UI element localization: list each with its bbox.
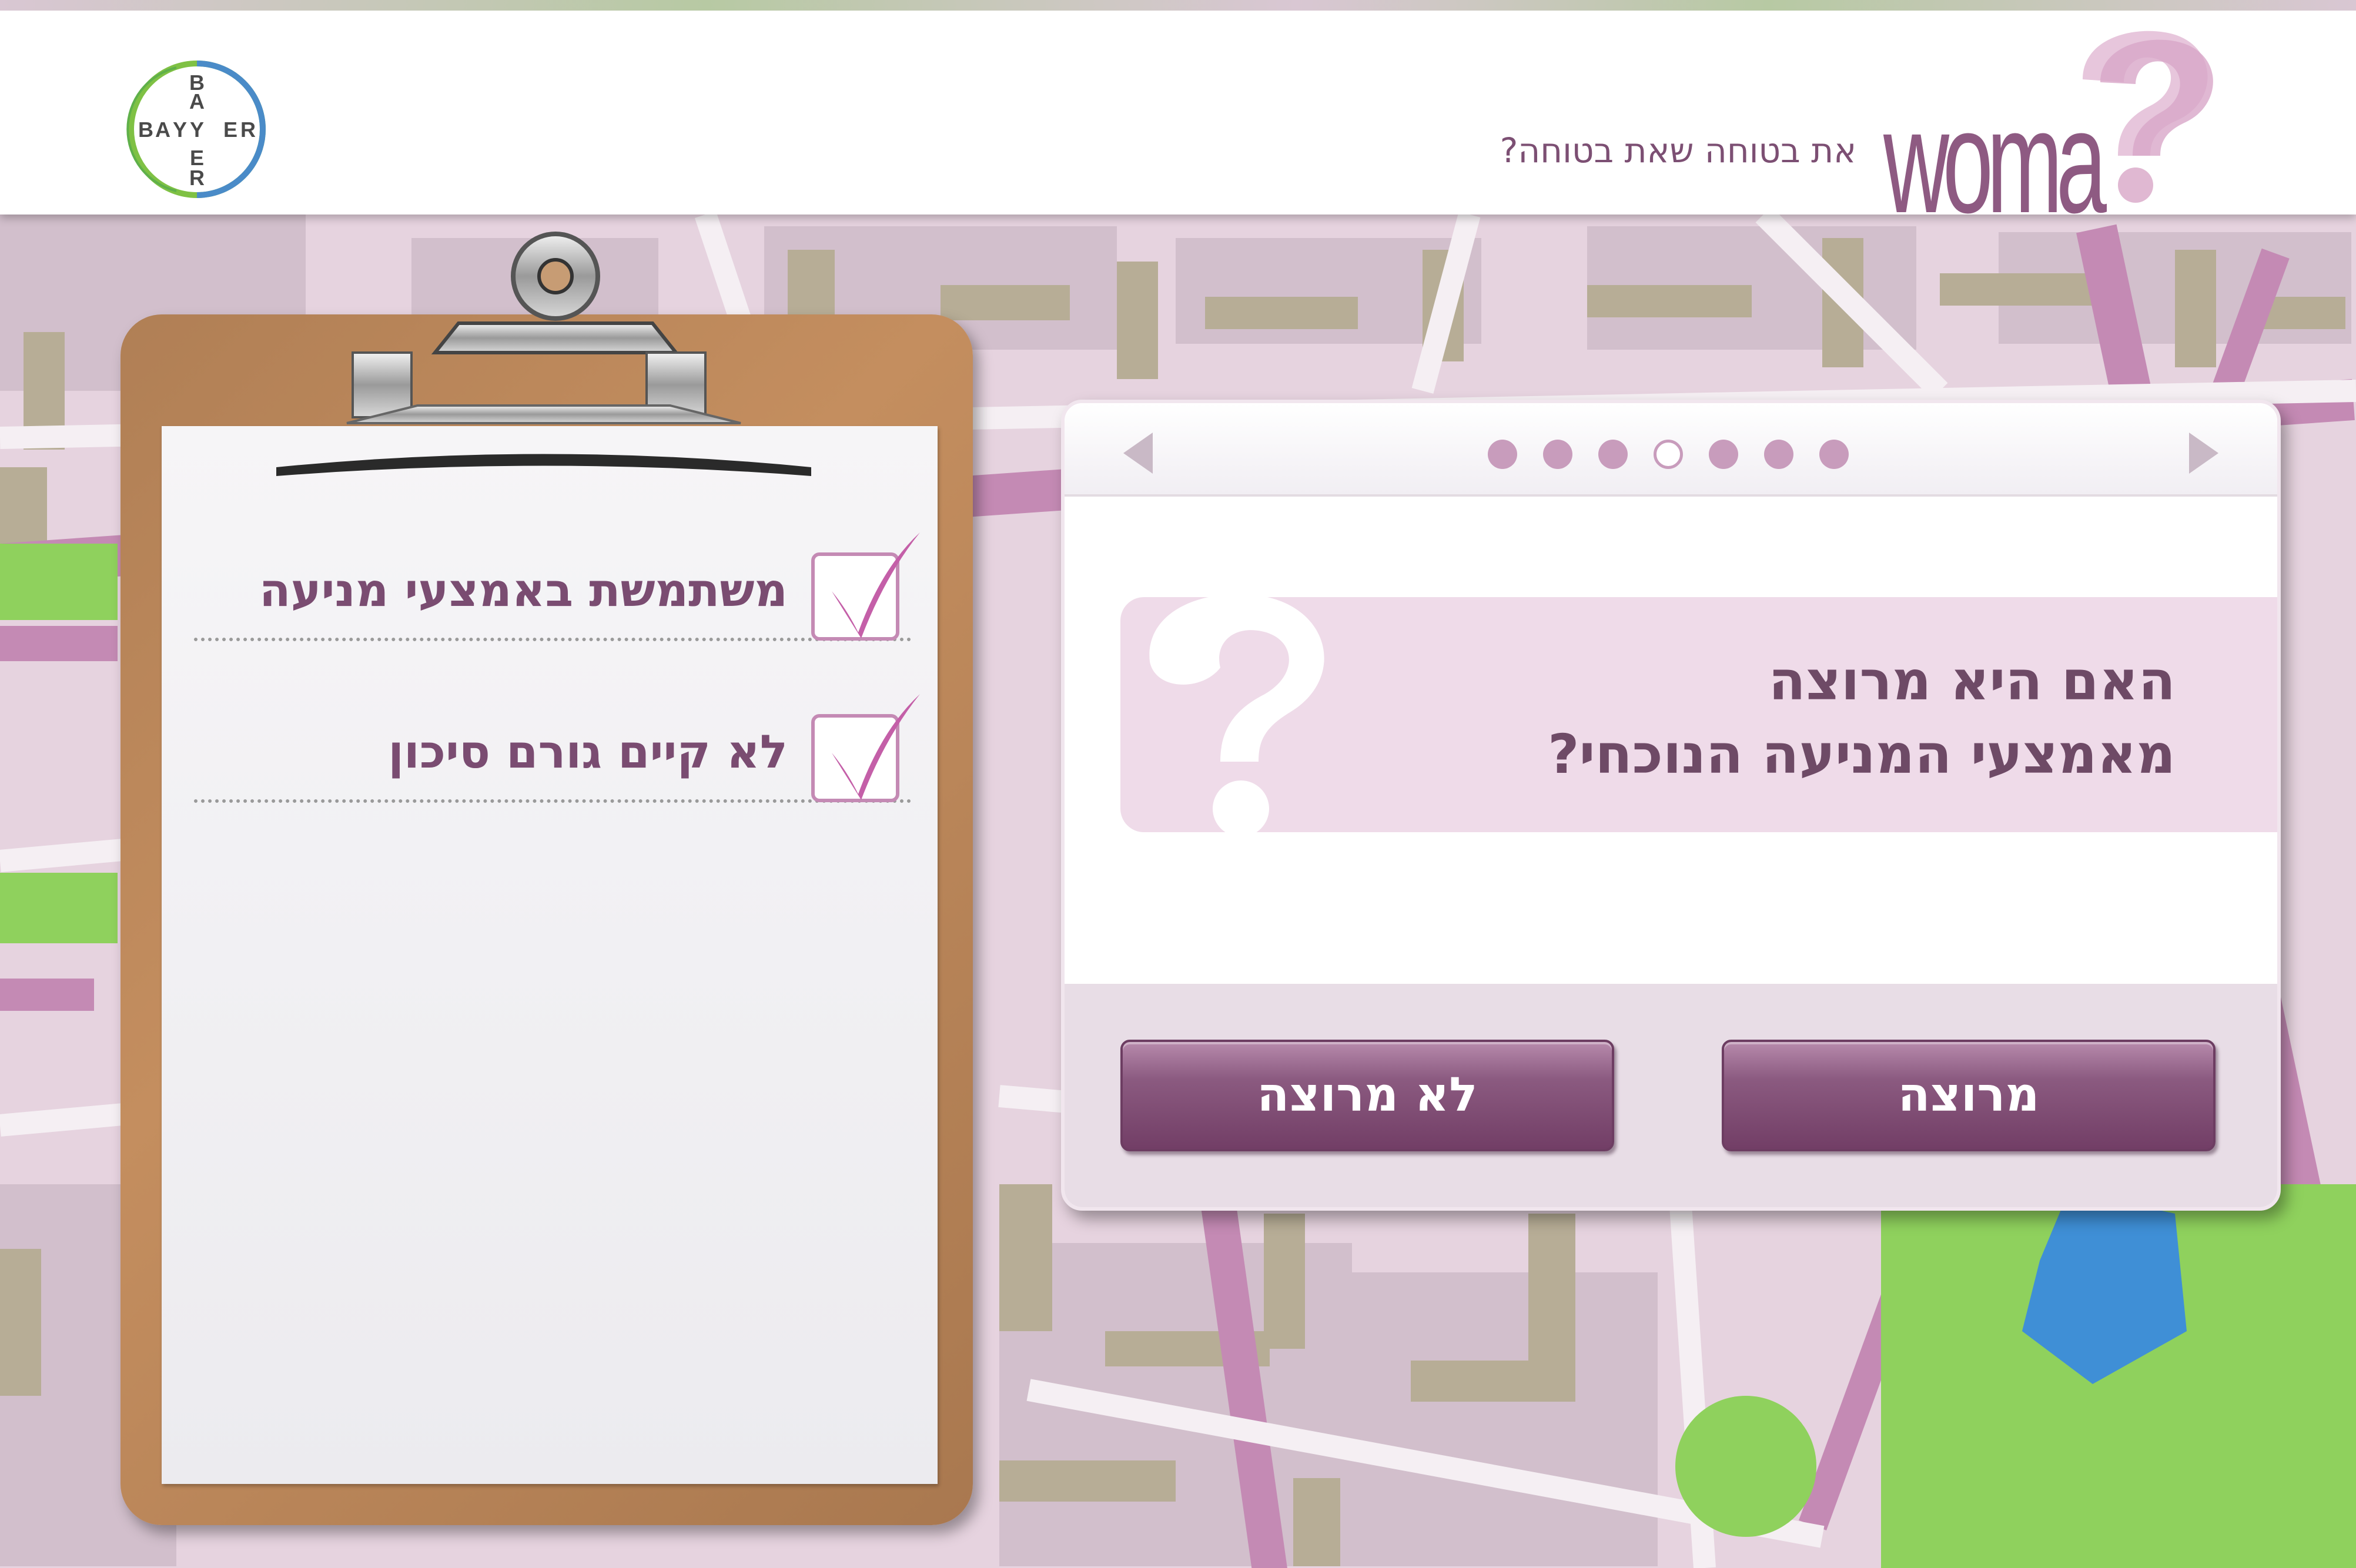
- question-panel: האם היא מרוצה מאמצעי המניעה הנוכחי? לא מ…: [1061, 400, 2281, 1211]
- question-line-2: מאמצעי המניעה הנוכחי?: [1548, 723, 2176, 786]
- svg-text:Y: Y: [173, 118, 187, 142]
- question-mark-icon: [2083, 31, 2213, 203]
- clipboard-paper: משתמשת באמצעי מניעה לא קיים גורם סיכון: [162, 426, 938, 1484]
- svg-text:B: B: [138, 118, 153, 142]
- step-dot[interactable]: [1764, 440, 1793, 469]
- step-dot[interactable]: [1598, 440, 1628, 469]
- step-dot[interactable]: [1819, 440, 1849, 469]
- svg-text:A: A: [155, 118, 170, 142]
- brand-tagline: את בטוחה שאת בטוחה?: [1500, 130, 1856, 170]
- svg-text:Y: Y: [190, 118, 204, 142]
- checkmark-icon: [832, 532, 920, 638]
- checklist-item: לא קיים גורם סיכון: [194, 694, 920, 803]
- checklist-label: משתמשת באמצעי מניעה: [259, 564, 788, 617]
- step-dot-current[interactable]: [1654, 440, 1683, 469]
- step-dot[interactable]: [1709, 440, 1738, 469]
- checklist-label: לא קיים גורם סיכון: [388, 726, 788, 779]
- step-navigation: [1065, 403, 2277, 497]
- step-dot[interactable]: [1543, 440, 1572, 469]
- svg-text:E: E: [223, 118, 237, 142]
- step-dot[interactable]: [1488, 440, 1517, 469]
- clipboard-clip: [276, 232, 811, 476]
- step-indicator: [1488, 440, 1849, 469]
- question-text: האם היא מרוצה מאמצעי המניעה הנוכחי?: [1548, 644, 2176, 791]
- bayer-logo: BA BAY ER Y ER: [126, 61, 266, 198]
- question-line-1: האם היא מרוצה: [1768, 649, 2176, 712]
- svg-text:R: R: [189, 166, 205, 190]
- brand-logo: woma: [1471, 24, 2235, 235]
- svg-text:A: A: [189, 89, 205, 113]
- question-mark-icon: [1149, 594, 1324, 837]
- previous-arrow-icon[interactable]: [1120, 430, 1156, 477]
- app-header: BA BAY ER Y ER woma את בטוחה שאת בטוחה?: [0, 0, 2356, 235]
- satisfied-button[interactable]: מרוצה: [1722, 1040, 2216, 1151]
- not-satisfied-button[interactable]: לא מרוצה: [1120, 1040, 1614, 1151]
- question-band: האם היא מרוצה מאמצעי המניעה הנוכחי?: [1120, 594, 2277, 837]
- svg-text:R: R: [240, 118, 256, 142]
- next-arrow-icon[interactable]: [2186, 430, 2221, 477]
- answer-area: לא מרוצה מרוצה: [1065, 984, 2277, 1207]
- checkmark-icon: [832, 694, 920, 800]
- checkbox-checked[interactable]: [811, 532, 920, 641]
- checklist-item: משתמשת באמצעי מניעה: [194, 532, 920, 641]
- checkbox-checked[interactable]: [811, 694, 920, 802]
